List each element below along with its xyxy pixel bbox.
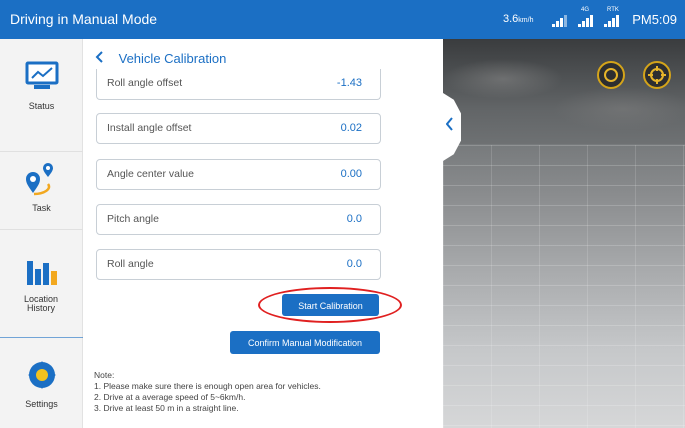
crosshair-icon (648, 66, 666, 84)
divider (0, 151, 83, 152)
sidebar-item-label: Status (28, 101, 55, 111)
sidebar-item-location-history[interactable]: Location History (0, 257, 83, 313)
calibration-panel: Vehicle Calibration Roll angle offset -1… (84, 39, 443, 428)
note-line: 1. Please make sure there is enough open… (94, 381, 321, 391)
highlight-annotation-ring (258, 287, 402, 323)
mode-title: Driving in Manual Mode (10, 11, 158, 27)
note-line: 2. Drive at a average speed of 5~6km/h. (94, 392, 246, 402)
sidebar-item-status[interactable]: Status (0, 61, 83, 111)
calibration-notes: Note: 1. Please make sure there is enoug… (94, 370, 321, 414)
roll-angle-field[interactable]: Roll angle 0.0 (96, 249, 381, 280)
pitch-angle-field[interactable]: Pitch angle 0.0 (96, 204, 381, 235)
signal-4g-icon: 4G (578, 7, 596, 27)
clock: PM5:09 (632, 12, 677, 27)
camera-button[interactable] (597, 61, 625, 89)
speed-value: 3.6 (503, 13, 519, 25)
field-label: Angle center value (107, 168, 194, 180)
cellular-signal-icon (552, 11, 570, 27)
page-title: Vehicle Calibration (118, 51, 227, 66)
panel-header: Vehicle Calibration (94, 50, 226, 70)
install-angle-offset-field[interactable]: Install angle offset 0.02 (96, 113, 381, 144)
sidebar-item-task[interactable]: Task (0, 163, 83, 213)
field-value: 0.02 (340, 122, 362, 134)
field-value: 0.0 (346, 213, 362, 225)
signal-4g-label: 4G (581, 7, 590, 13)
back-button[interactable] (94, 50, 106, 66)
monitor-chart-icon (25, 61, 58, 89)
signal-rtk-label: RTK (607, 7, 619, 13)
gear-icon (27, 361, 56, 389)
field-value: 0.0 (346, 258, 362, 270)
field-label: Roll angle (107, 258, 154, 270)
sidebar-item-label: Location History (23, 294, 59, 313)
sidebar-item-label: Task (32, 203, 51, 213)
roll-angle-offset-field[interactable]: Roll angle offset -1.43 (96, 69, 381, 100)
status-bar: Driving in Manual Mode 3.6km/h 4G RTK PM… (0, 0, 685, 39)
field-label: Pitch angle (107, 213, 159, 225)
sidebar-item-settings[interactable]: Settings (0, 358, 83, 409)
bar-chart-icon (26, 261, 57, 285)
divider (0, 229, 83, 230)
field-label: Install angle offset (107, 122, 192, 134)
chevron-left-icon (445, 117, 454, 134)
locate-button[interactable] (643, 61, 671, 89)
note-title: Note: (94, 370, 115, 380)
field-value: 0.00 (340, 168, 362, 180)
sidebar-item-label: Settings (25, 399, 58, 409)
route-pin-icon (25, 163, 53, 196)
confirm-manual-modification-button[interactable]: Confirm Manual Modification (230, 331, 380, 354)
chevron-left-icon (95, 51, 103, 63)
angle-center-value-field[interactable]: Angle center value 0.00 (96, 159, 381, 190)
field-label: Roll angle offset (107, 77, 183, 89)
sky-background (443, 39, 685, 149)
speed-readout: 3.6km/h (503, 0, 533, 40)
field-value: -1.43 (336, 77, 362, 89)
divider (0, 337, 83, 338)
note-line: 3. Drive at least 50 m in a straight lin… (94, 403, 239, 413)
sidebar: Status Task Location History Settings (0, 39, 83, 428)
signal-rtk-icon: RTK (604, 7, 622, 27)
map-view[interactable] (443, 39, 685, 428)
speed-unit: km/h (518, 17, 534, 24)
ground-grid (443, 145, 685, 428)
camera-icon (604, 68, 618, 82)
